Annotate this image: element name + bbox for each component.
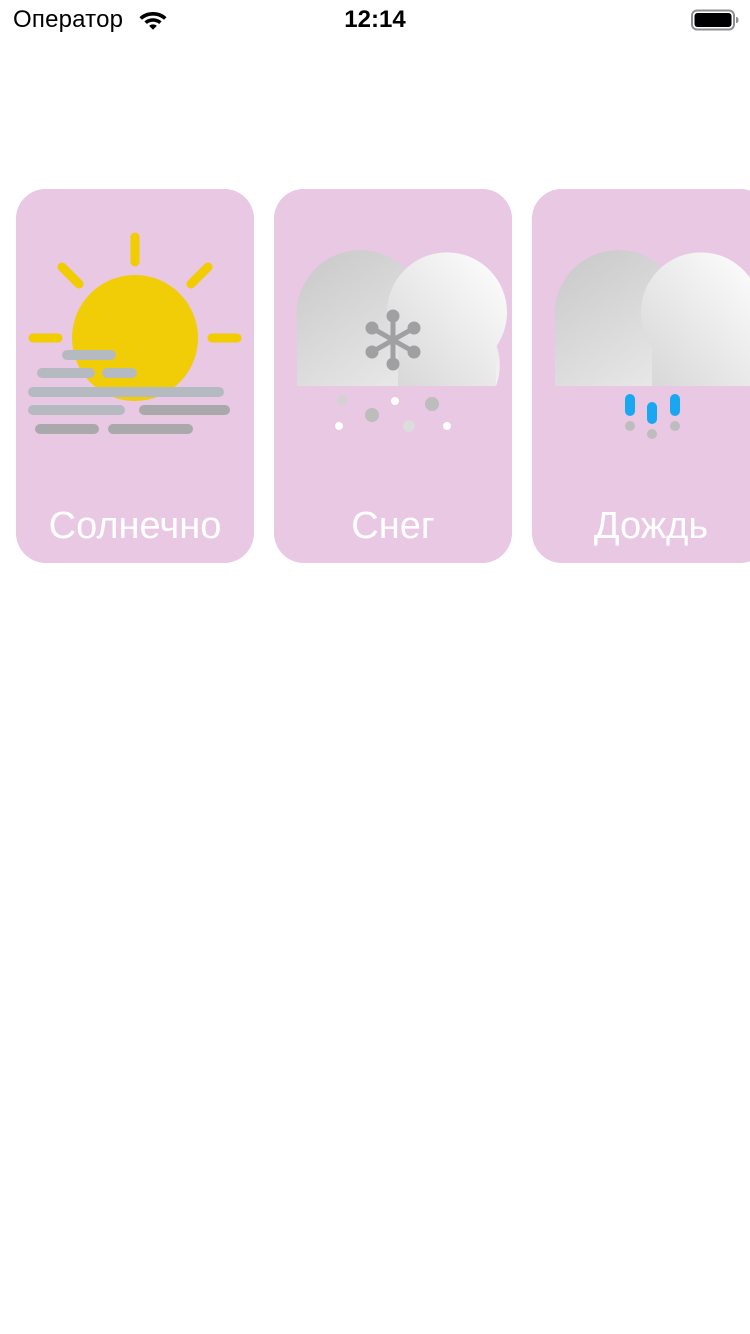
card-label: Дождь — [593, 505, 709, 547]
weather-card-snow[interactable]: Снег — [274, 189, 512, 563]
battery-icon — [691, 9, 739, 31]
weather-card-rain[interactable]: Дождь — [532, 189, 750, 563]
screen: Оператор 12:14 Солнечно Снег Дождь — [0, 0, 750, 1334]
card-background-art — [16, 189, 254, 459]
card-label: Снег — [351, 505, 435, 547]
weather-card-sunny[interactable]: Солнечно — [16, 189, 254, 563]
card-background-art — [532, 189, 750, 459]
card-label: Солнечно — [48, 505, 222, 547]
card-background-art — [274, 189, 512, 459]
clock: 12:14 — [344, 6, 406, 33]
weather-carousel[interactable]: Солнечно Снег Дождь — [0, 189, 750, 563]
status-bar: Оператор 12:14 — [0, 0, 750, 40]
